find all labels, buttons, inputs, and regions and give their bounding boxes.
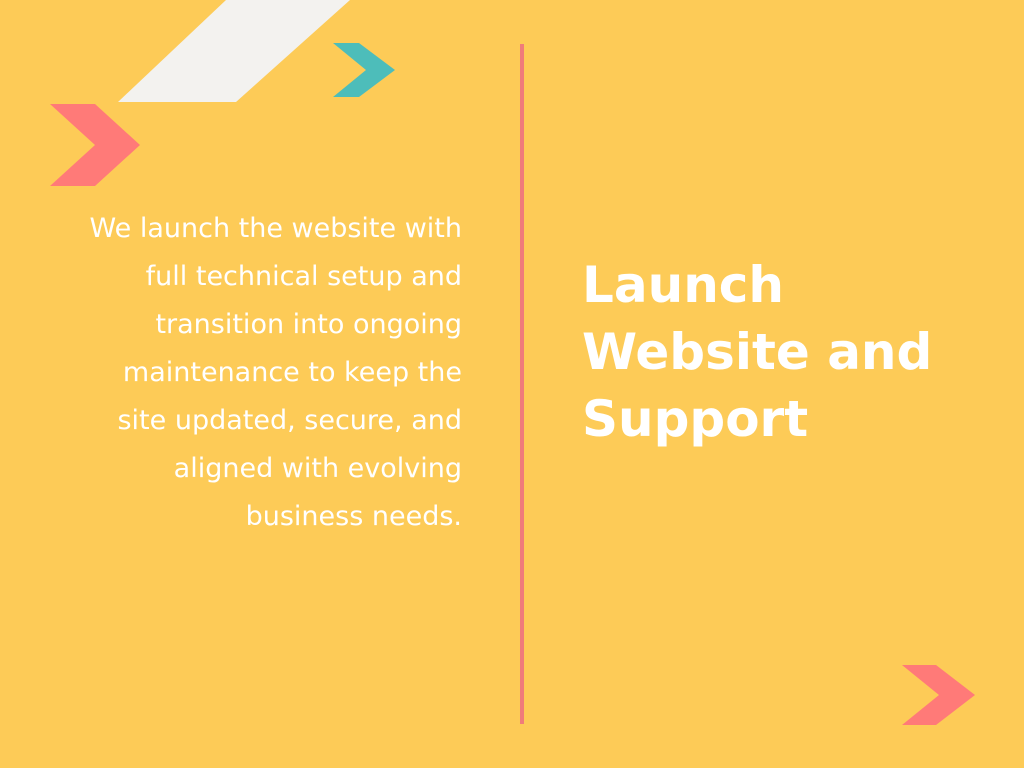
coral-chevron-bottom-right-icon <box>902 665 975 725</box>
slide: We launch the website with full technica… <box>0 0 1024 768</box>
teal-chevron-icon <box>333 43 395 97</box>
slide-title: Launch Website and Support <box>582 256 933 448</box>
vertical-divider <box>520 44 524 724</box>
light-stripe <box>118 0 350 102</box>
body-text: We launch the website with full technica… <box>89 213 462 532</box>
coral-chevron-icon <box>50 104 140 186</box>
